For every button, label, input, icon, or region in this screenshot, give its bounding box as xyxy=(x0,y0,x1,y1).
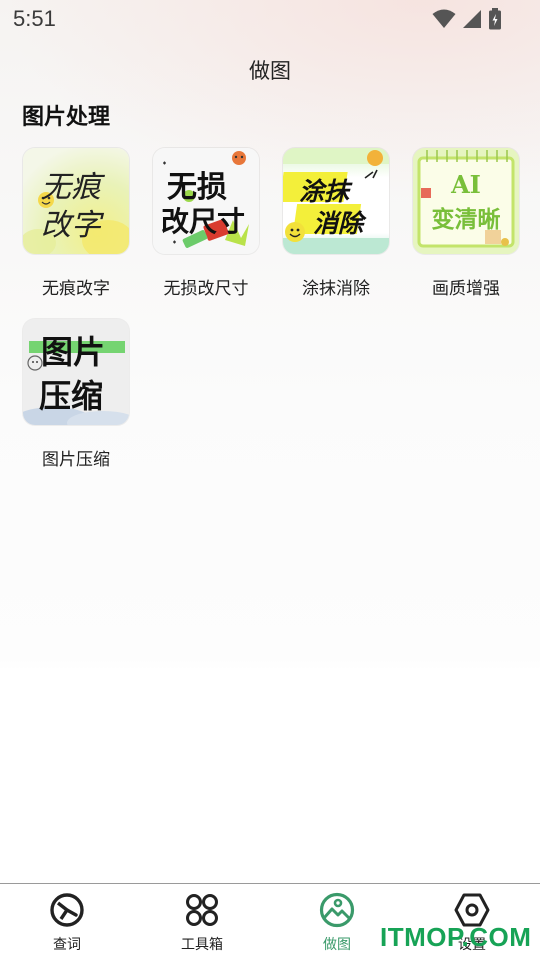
watermark-logo: ITMOP.COM xyxy=(380,922,532,952)
thumb-text-line-1: 图片 xyxy=(41,333,106,371)
tool-thumb-lossless-resize: 无损 改尺寸 xyxy=(153,148,259,254)
nav-item-lookup[interactable]: 查词 xyxy=(22,892,112,954)
tool-label: 无损改尺寸 xyxy=(163,279,249,299)
tool-label: 无痕改字 xyxy=(42,279,110,299)
nav-label: 做图 xyxy=(323,937,351,953)
status-bar: 5:51 xyxy=(0,0,540,38)
status-icons xyxy=(432,8,502,30)
thumb-text-line-2: 消除 xyxy=(313,209,364,238)
wifi-icon xyxy=(432,9,456,28)
tool-seamless-text-edit[interactable]: 无痕 改字 无痕改字 xyxy=(11,148,141,299)
search-word-icon xyxy=(50,893,84,927)
thumb-text-line-2: 改尺寸 xyxy=(161,205,246,238)
tool-smear-erase[interactable]: 涂抹 消除 涂抹消除 xyxy=(271,148,401,299)
signal-icon xyxy=(463,10,481,28)
tool-image-compress[interactable]: 图片 压缩 图片压缩 xyxy=(11,319,141,470)
screen: 5:51 做图 图片处理 无痕 改字 无痕改字 无损 改尺寸 无损改尺寸 涂抹 … xyxy=(0,0,540,960)
toolbox-grid-icon xyxy=(186,894,218,926)
battery-charging-icon xyxy=(489,8,501,30)
tool-label: 涂抹消除 xyxy=(302,279,370,299)
thumb-text-line-2: 变清晰 xyxy=(431,206,501,233)
nav-item-toolbox[interactable]: 工具箱 xyxy=(157,892,247,954)
nav-label: 工具箱 xyxy=(181,937,223,953)
section-title: 图片处理 xyxy=(22,105,111,130)
tool-thumb-quality-enhance: AI 变清晰 xyxy=(413,148,519,254)
thumb-text-line-1: 涂抹 xyxy=(299,177,350,206)
nav-label: 查词 xyxy=(53,937,81,953)
tool-thumb-image-compress: 图片 压缩 xyxy=(23,319,129,425)
thumb-text-line-2: 压缩 xyxy=(39,377,104,415)
tool-label: 画质增强 xyxy=(432,279,500,299)
status-time: 5:51 xyxy=(13,6,56,31)
tool-quality-enhance[interactable]: AI 变清晰 画质增强 xyxy=(401,148,531,299)
page-title: 做图 xyxy=(249,59,291,83)
image-icon xyxy=(319,892,355,928)
thumb-text-line-2: 改字 xyxy=(41,208,101,243)
nav-item-make-image[interactable]: 做图 xyxy=(292,892,382,954)
thumb-text-line-1: AI xyxy=(451,170,481,199)
tool-thumb-seamless-text-edit: 无痕 改字 xyxy=(23,148,129,254)
tool-thumb-smear-erase: 涂抹 消除 xyxy=(283,148,389,254)
tool-lossless-resize[interactable]: 无损 改尺寸 无损改尺寸 xyxy=(141,148,271,299)
tool-label: 图片压缩 xyxy=(42,450,110,470)
